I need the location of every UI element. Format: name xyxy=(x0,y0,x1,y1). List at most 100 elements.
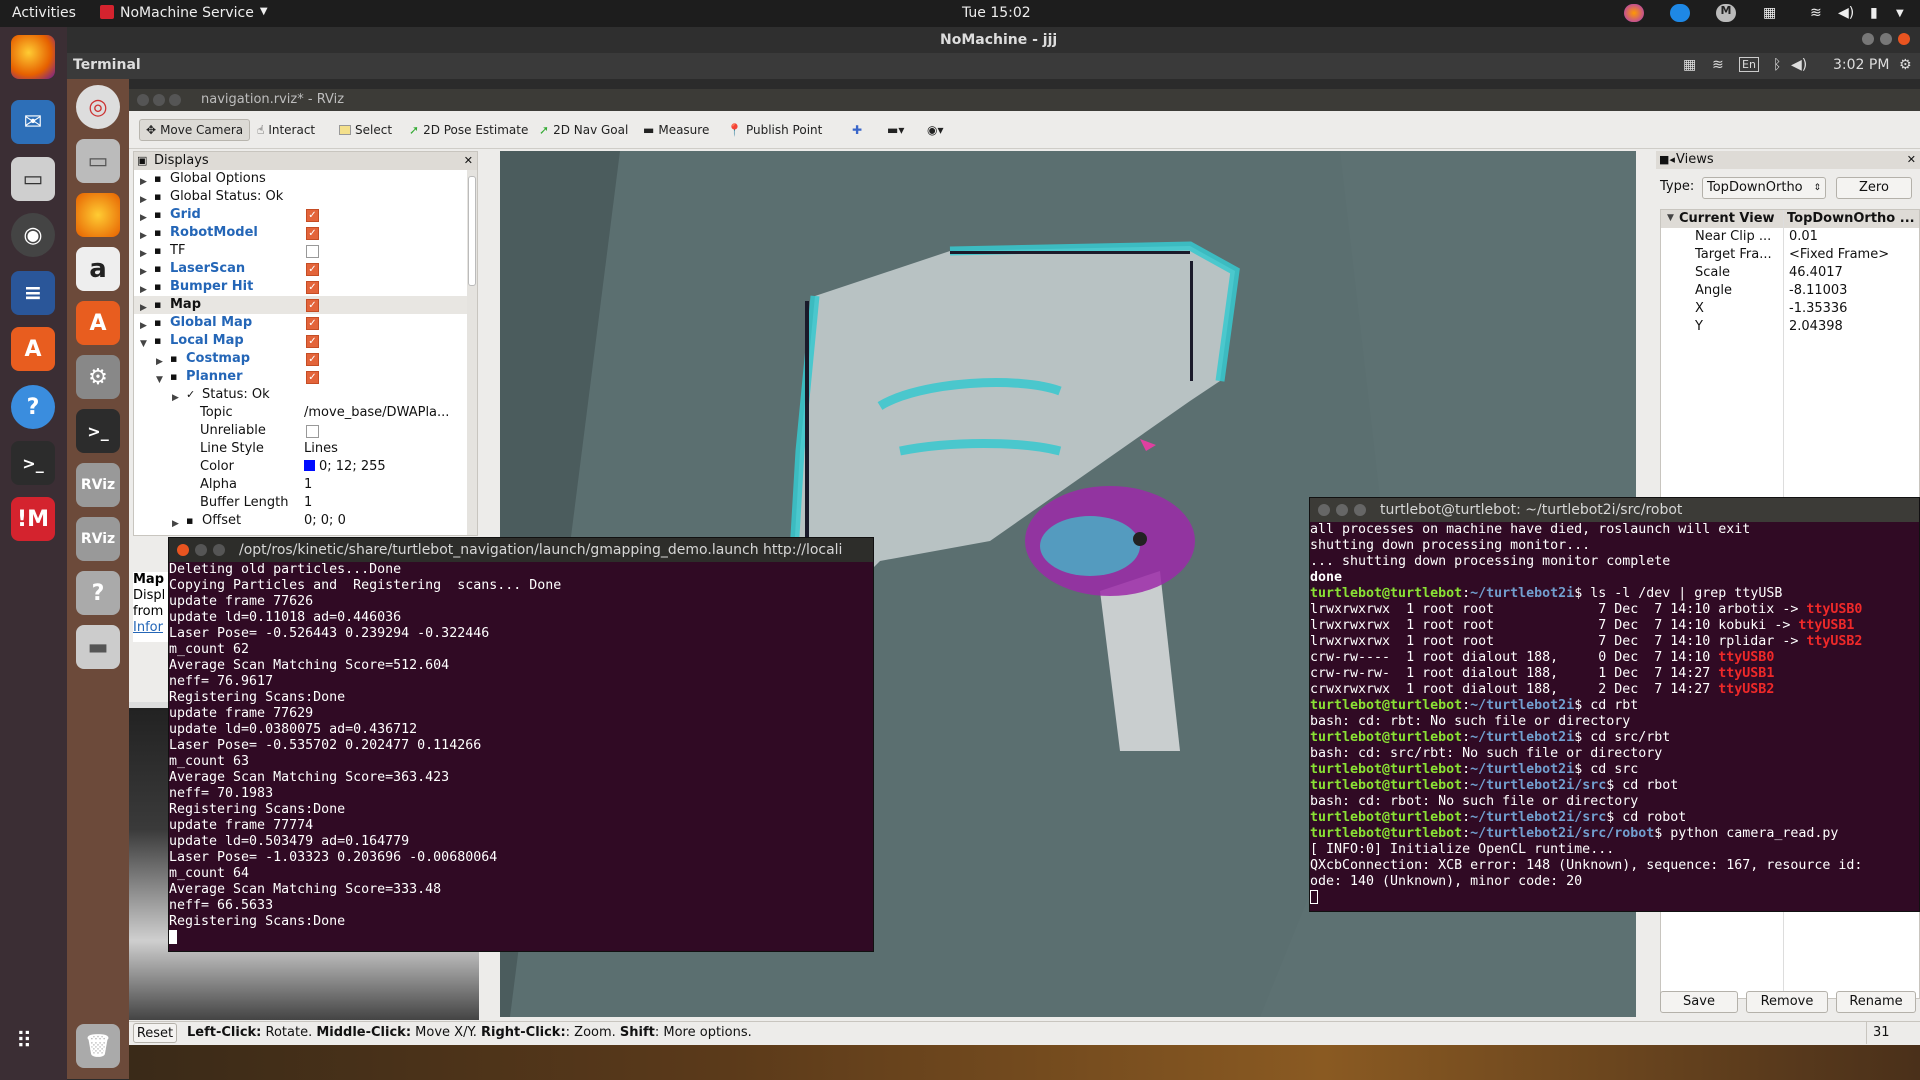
volume-icon[interactable]: ◀) xyxy=(1838,5,1854,21)
bluetooth-icon[interactable]: ᛒ xyxy=(1773,57,1781,73)
display-enable-checkbox[interactable]: ✓ xyxy=(306,317,319,330)
close-icon[interactable] xyxy=(137,94,149,106)
wifi-icon[interactable]: ≋ xyxy=(1712,57,1724,73)
remove-tool-icon[interactable]: ▬▾ xyxy=(881,119,910,141)
measure-tool[interactable]: ▬ Measure xyxy=(637,119,715,141)
display-row[interactable]: ▶ ▪ Bumper Hit ✓ xyxy=(134,278,474,296)
display-row[interactable]: ▶ ▪ TF xyxy=(134,242,474,260)
help-icon[interactable]: ? xyxy=(11,385,55,429)
volume-icon[interactable]: ◀) xyxy=(1791,57,1807,73)
terminal-output[interactable]: Deleting old particles...Done Copying Par… xyxy=(169,562,873,951)
view-prop-row[interactable]: Target Fra... <Fixed Frame> xyxy=(1661,246,1919,264)
display-enable-checkbox[interactable]: ✓ xyxy=(306,263,319,276)
display-value-cell[interactable]: 0; 12; 255 xyxy=(304,458,386,476)
view-type-select[interactable]: TopDownOrtho ⇕ xyxy=(1702,177,1826,199)
minimize-icon[interactable] xyxy=(1336,504,1348,516)
mail-indicator-icon[interactable]: M xyxy=(1716,4,1736,22)
save-view-button[interactable]: Save xyxy=(1660,991,1738,1013)
minimize-icon[interactable] xyxy=(1862,33,1874,45)
expand-icon[interactable]: ▼ xyxy=(1667,213,1674,223)
writer-icon[interactable]: ≡ xyxy=(11,271,55,315)
display-row[interactable]: ▶ ▪ Map ✓ xyxy=(134,296,474,314)
display-enable-checkbox[interactable]: ✓ xyxy=(306,281,319,294)
close-icon[interactable] xyxy=(1898,33,1910,45)
wifi-icon[interactable]: ≋ xyxy=(1810,5,1822,21)
display-value-cell[interactable]: 0; 0; 0 xyxy=(304,512,346,530)
display-row[interactable]: ▶ ▪ Grid ✓ xyxy=(134,206,474,224)
maximize-icon[interactable] xyxy=(169,94,181,106)
help-icon[interactable]: ? xyxy=(76,571,120,615)
ubuntu-dash-icon[interactable]: ◎ xyxy=(76,85,120,129)
app-menu[interactable]: NoMachine Service ▼ xyxy=(100,5,268,21)
system-menu-icon[interactable]: ▼ xyxy=(1896,8,1904,19)
view-prop-row[interactable]: Angle -8.11003 xyxy=(1661,282,1919,300)
rhythmbox-icon[interactable]: ◉ xyxy=(11,213,55,257)
display-value-cell[interactable]: /move_base/DWAPla... xyxy=(304,404,449,422)
trash-icon[interactable]: 🗑 xyxy=(76,1024,120,1068)
display-row[interactable]: Buffer Length 1 xyxy=(134,494,474,512)
select-tool[interactable]: Select xyxy=(333,119,398,141)
display-row[interactable]: Color 0; 12; 255 xyxy=(134,458,474,476)
files-icon[interactable]: ▭ xyxy=(76,139,120,183)
display-enable-checkbox[interactable]: ✓ xyxy=(306,209,319,222)
display-enable-checkbox[interactable]: ✓ xyxy=(306,335,319,348)
keyboard-icon[interactable]: ▦ xyxy=(1683,57,1696,73)
display-row[interactable]: Alpha 1 xyxy=(134,476,474,494)
display-row[interactable]: ▶ ▪ Global Map ✓ xyxy=(134,314,474,332)
move-camera-tool[interactable]: ✥ Move Camera xyxy=(139,119,251,141)
display-row[interactable]: Line Style Lines xyxy=(134,440,474,458)
camera-type-icon[interactable]: ◉▾ xyxy=(921,119,950,141)
close-icon[interactable] xyxy=(177,544,189,556)
display-enable-checkbox[interactable] xyxy=(306,425,319,438)
display-row[interactable]: ▶ ✓ Status: Ok xyxy=(134,386,474,404)
top-clock[interactable]: Tue 15:02 xyxy=(962,5,1031,21)
drive-icon[interactable]: ▬ xyxy=(76,625,120,669)
nomachine-icon[interactable]: !M xyxy=(11,497,55,541)
maximize-icon[interactable] xyxy=(213,544,225,556)
display-row[interactable]: ▶ ▪ LaserScan ✓ xyxy=(134,260,474,278)
thunderbird-icon[interactable]: ✉ xyxy=(11,100,55,144)
expand-icon[interactable]: ▶ xyxy=(172,515,179,533)
view-prop-row[interactable]: X -1.35336 xyxy=(1661,300,1919,318)
display-value-cell[interactable]: 1 xyxy=(304,494,312,512)
view-prop-row[interactable]: Y 2.04398 xyxy=(1661,318,1919,336)
files-icon[interactable]: ▭ xyxy=(11,157,55,201)
minimize-icon[interactable] xyxy=(195,544,207,556)
amazon-icon[interactable]: a xyxy=(76,247,120,291)
close-icon[interactable]: ✕ xyxy=(1907,151,1916,169)
zero-button[interactable]: Zero xyxy=(1836,177,1912,199)
keyboard-icon[interactable]: ▦ xyxy=(1763,5,1776,21)
display-value-cell[interactable]: 1 xyxy=(304,476,312,494)
maximize-icon[interactable] xyxy=(1880,33,1892,45)
display-row[interactable]: ▶ ▪ Costmap ✓ xyxy=(134,350,474,368)
terminal-icon[interactable]: >_ xyxy=(76,409,120,453)
software-center-icon[interactable]: A xyxy=(11,327,55,371)
terminal-label[interactable]: Terminal xyxy=(73,57,141,73)
activities-button[interactable]: Activities xyxy=(12,5,76,21)
display-enable-checkbox[interactable]: ✓ xyxy=(306,227,319,240)
close-icon[interactable]: ✕ xyxy=(464,152,473,170)
nav-goal-tool[interactable]: ➚ 2D Nav Goal xyxy=(533,119,634,141)
firefox-icon[interactable] xyxy=(11,35,55,79)
remove-view-button[interactable]: Remove xyxy=(1746,991,1828,1013)
add-tool-icon[interactable]: ✚ xyxy=(846,119,868,141)
display-row[interactable]: ▼ ▪ Planner ✓ xyxy=(134,368,474,386)
display-row[interactable]: ▶ ▪ RobotModel ✓ xyxy=(134,224,474,242)
rename-view-button[interactable]: Rename xyxy=(1836,991,1916,1013)
pose-estimate-tool[interactable]: ➚ 2D Pose Estimate xyxy=(403,119,534,141)
color-swatch[interactable] xyxy=(304,460,315,471)
rviz-icon[interactable]: RViz xyxy=(76,517,120,561)
firefox-icon[interactable] xyxy=(76,193,120,237)
display-row[interactable]: ▼ ▪ Local Map ✓ xyxy=(134,332,474,350)
settings-icon[interactable]: ⚙ xyxy=(76,355,120,399)
show-apps-icon[interactable]: ⠿ xyxy=(16,1029,32,1054)
battery-icon[interactable]: ▮ xyxy=(1870,5,1878,21)
rviz-icon[interactable]: RViz xyxy=(76,463,120,507)
current-view-row[interactable]: ▼ Current View TopDownOrtho ... xyxy=(1661,210,1919,228)
display-enable-checkbox[interactable]: ✓ xyxy=(306,299,319,312)
display-row[interactable]: ▶ ▪ Global Status: Ok xyxy=(134,188,474,206)
software-center-icon[interactable]: A xyxy=(76,301,120,345)
minimize-icon[interactable] xyxy=(153,94,165,106)
scrollbar-thumb[interactable] xyxy=(468,176,476,286)
terminal-output[interactable]: all processes on machine have died, rosl… xyxy=(1310,522,1919,911)
